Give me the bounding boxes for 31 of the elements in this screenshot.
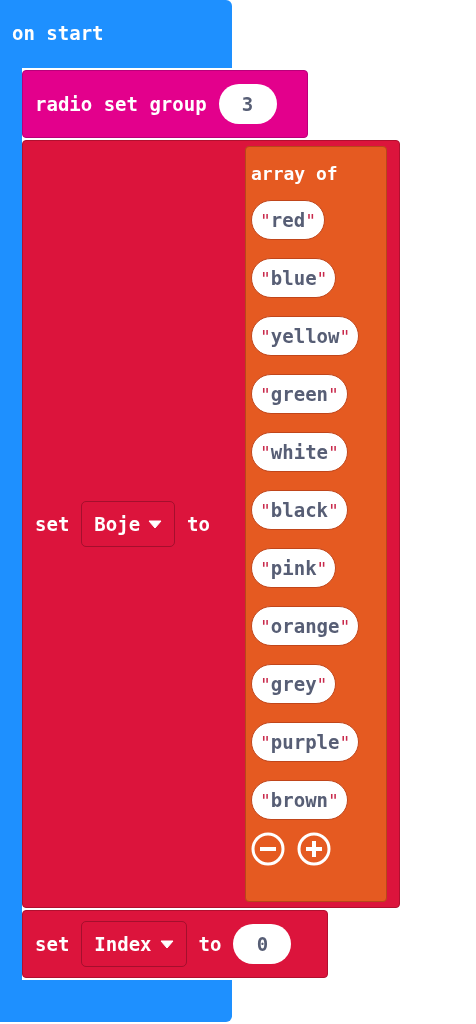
- set-variable-block[interactable]: set Boje to array of "red" "blue" "yellow" "green" "white" "black" "pink" "orange" "grey" "purple" "brown": [22, 140, 400, 908]
- array-block[interactable]: array of "red" "blue" "yellow" "green" "white" "black" "pink" "orange" "grey" "purple" "brown": [245, 146, 387, 902]
- string-field[interactable]: "purple": [251, 722, 360, 762]
- event-block[interactable]: on start: [0, 0, 232, 68]
- block-label: to: [198, 933, 222, 955]
- string-field[interactable]: "black": [251, 490, 348, 530]
- string-field[interactable]: "grey": [251, 664, 337, 704]
- plus-icon[interactable]: [297, 832, 331, 866]
- string-field[interactable]: "green": [251, 374, 348, 414]
- variable-dropdown[interactable]: Boje: [81, 501, 176, 547]
- block-label: array of: [251, 163, 338, 184]
- string-field[interactable]: "brown": [251, 780, 348, 820]
- caret-icon[interactable]: [159, 939, 174, 949]
- string-field[interactable]: "blue": [251, 258, 337, 298]
- block-label: on start: [12, 22, 104, 44]
- string-field[interactable]: "yellow": [251, 316, 360, 356]
- variable-dropdown[interactable]: Index: [81, 921, 187, 967]
- block-label: set: [35, 933, 70, 955]
- block-label: set: [35, 513, 70, 535]
- block-label: radio set group: [35, 93, 207, 115]
- number-field[interactable]: 3: [218, 84, 277, 124]
- block-label: to: [187, 513, 210, 535]
- string-field[interactable]: "orange": [251, 606, 360, 646]
- string-field[interactable]: "white": [251, 432, 348, 472]
- string-field[interactable]: "pink": [251, 548, 337, 588]
- number-field[interactable]: 0: [233, 924, 292, 964]
- set-variable-block[interactable]: set Index to 0: [22, 910, 328, 978]
- radio-block[interactable]: radio set group 3: [22, 70, 308, 138]
- caret-icon[interactable]: [148, 519, 163, 529]
- string-field[interactable]: "red": [251, 200, 325, 240]
- minus-icon[interactable]: [251, 832, 285, 866]
